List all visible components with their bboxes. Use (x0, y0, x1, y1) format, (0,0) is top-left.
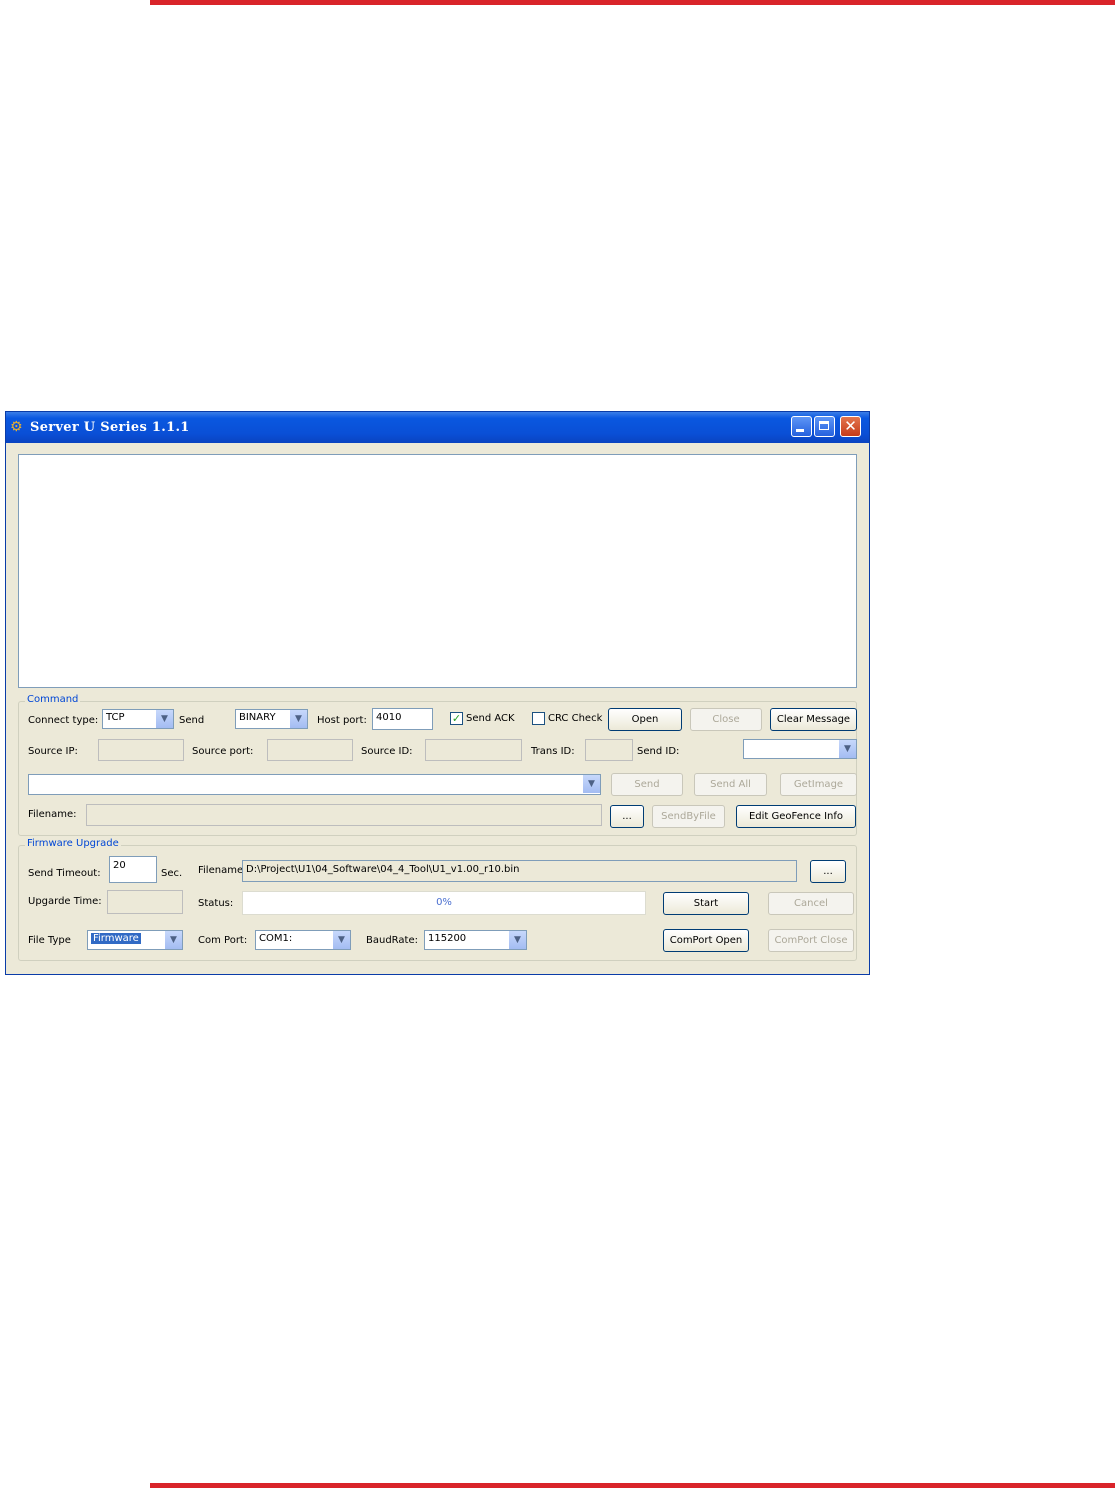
source-id-field (425, 739, 522, 761)
maximize-button[interactable] (814, 416, 835, 437)
send-button[interactable]: Send (611, 773, 683, 796)
open-button[interactable]: Open (608, 708, 682, 731)
send-format-value: BINARY (239, 712, 276, 723)
chevron-down-icon: ▼ (332, 931, 350, 949)
trans-id-label: Trans ID: (531, 746, 575, 757)
close-icon: ✕ (844, 417, 857, 435)
app-window: ⚙ Server U Series 1.1.1 ✕ Command Connec… (5, 411, 870, 975)
command-filename-field (86, 804, 602, 826)
send-timeout-label: Send Timeout: (28, 868, 101, 879)
send-format-select[interactable]: BINARY ▼ (235, 709, 308, 729)
connect-type-label: Connect type: (28, 715, 99, 726)
source-id-label: Source ID: (361, 746, 413, 757)
chevron-down-icon: ▼ (155, 710, 173, 728)
firmware-filename-label: Filename (198, 865, 244, 876)
com-port-value: COM1: (259, 933, 293, 944)
source-ip-label: Source IP: (28, 746, 78, 757)
firmware-upgrade-legend: Firmware Upgrade (25, 838, 121, 849)
send-timeout-input[interactable]: 20 (109, 856, 157, 883)
command-input-select[interactable]: ▼ (28, 774, 601, 795)
baudrate-select[interactable]: 115200 ▼ (424, 930, 527, 950)
close-connection-button[interactable]: Close (690, 708, 762, 731)
firmware-filename-field[interactable]: D:\Project\U1\04_Software\04_4_Tool\U1_v… (242, 860, 797, 882)
edit-geofence-button[interactable]: Edit GeoFence Info (736, 805, 856, 828)
sendbyfile-button[interactable]: SendByFile (652, 805, 725, 828)
crc-check-label: CRC Check (548, 713, 603, 724)
chevron-down-icon: ▼ (289, 710, 307, 728)
minimize-button[interactable] (791, 416, 812, 437)
close-button[interactable]: ✕ (840, 416, 861, 437)
message-log[interactable] (18, 454, 857, 688)
file-type-select[interactable]: Firmware ▼ (87, 930, 183, 950)
cancel-button[interactable]: Cancel (768, 892, 854, 915)
host-port-input[interactable]: 4010 (372, 708, 433, 730)
comport-open-button[interactable]: ComPort Open (663, 929, 749, 952)
upgrade-progress-bar: 0% (242, 891, 646, 915)
command-legend: Command (25, 694, 81, 705)
send-ack-label: Send ACK (466, 713, 515, 724)
source-ip-field (98, 739, 184, 761)
title-bar[interactable]: ⚙ Server U Series 1.1.1 ✕ (6, 412, 869, 443)
chevron-down-icon: ▼ (838, 740, 856, 758)
file-type-value: Firmware (91, 933, 141, 944)
command-browse-button[interactable]: ... (610, 805, 644, 828)
comport-close-button[interactable]: ComPort Close (768, 929, 854, 952)
getimage-button[interactable]: GetImage (780, 773, 857, 796)
send-ack-checkbox[interactable]: ✓ (450, 712, 463, 725)
chevron-down-icon: ▼ (164, 931, 182, 949)
upgrade-time-field (107, 890, 183, 914)
file-type-label: File Type (28, 935, 71, 946)
top-red-rule (150, 0, 1115, 5)
host-port-label: Host port: (317, 715, 367, 726)
start-button[interactable]: Start (663, 892, 749, 915)
send-id-select[interactable]: ▼ (743, 739, 857, 759)
send-id-label: Send ID: (637, 746, 680, 757)
send-label: Send (179, 715, 205, 726)
source-port-label: Source port: (192, 746, 254, 757)
com-port-select[interactable]: COM1: ▼ (255, 930, 351, 950)
source-port-field (267, 739, 353, 761)
com-port-label: Com Port: (198, 935, 248, 946)
command-filename-label: Filename: (28, 809, 77, 820)
firmware-browse-button[interactable]: ... (810, 860, 846, 883)
upgrade-time-label: Upgarde Time: (28, 896, 102, 907)
connect-type-select[interactable]: TCP ▼ (102, 709, 174, 729)
send-all-button[interactable]: Send All (694, 773, 767, 796)
baudrate-label: BaudRate: (366, 935, 418, 946)
window-title: Server U Series 1.1.1 (30, 420, 190, 435)
chevron-down-icon: ▼ (582, 775, 600, 793)
crc-check-checkbox[interactable] (532, 712, 545, 725)
chevron-down-icon: ▼ (508, 931, 526, 949)
sec-label: Sec. (161, 868, 183, 879)
connect-type-value: TCP (106, 712, 125, 723)
app-icon: ⚙ (10, 419, 23, 435)
status-label: Status: (198, 898, 234, 909)
trans-id-field (585, 739, 633, 761)
bottom-red-rule (150, 1483, 1115, 1488)
baudrate-value: 115200 (428, 933, 467, 944)
clear-message-button[interactable]: Clear Message (770, 708, 857, 731)
